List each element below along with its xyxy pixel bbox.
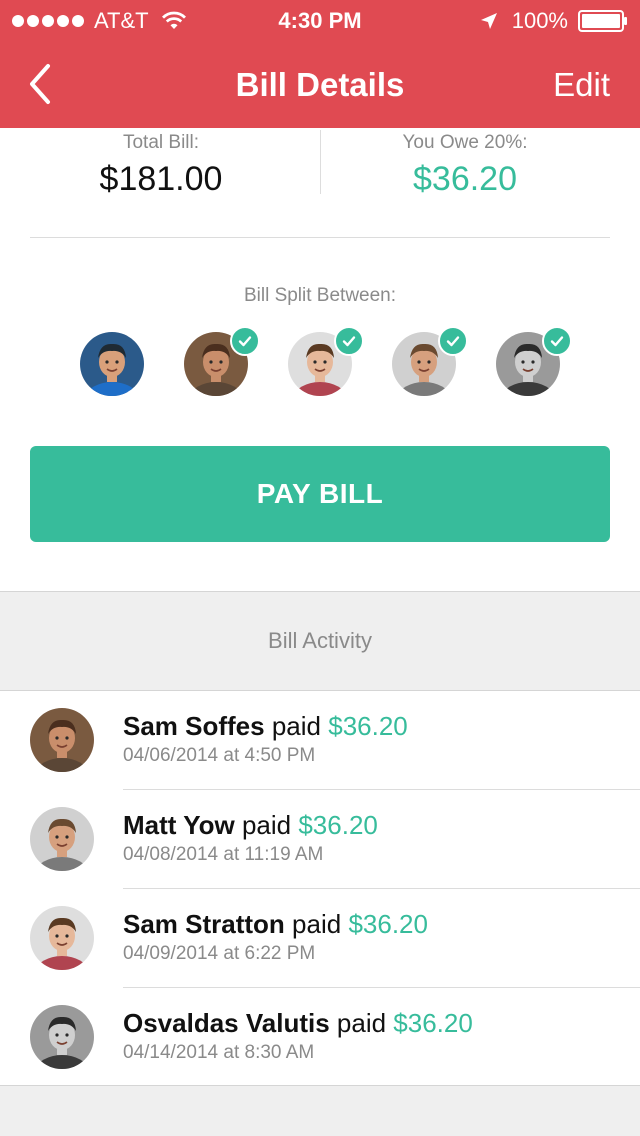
activity-list: Sam Soffes paid $36.20 04/06/2014 at 4:50… (0, 690, 640, 1086)
you-owe-label: You Owe 20%: (402, 132, 528, 153)
split-avatar-5[interactable] (496, 326, 572, 396)
location-arrow-icon (480, 13, 497, 29)
battery-percentage: 100% (511, 8, 568, 33)
paid-amount: $36.20 (393, 1008, 473, 1038)
activity-verb: paid (271, 711, 321, 741)
checkmark-icon (542, 326, 572, 356)
checkmark-icon (438, 326, 468, 356)
split-avatar-1[interactable] (80, 332, 144, 396)
split-avatar-2[interactable] (184, 326, 260, 396)
bill-summary-card: Total Bill: $181.00 You Owe 20%: $36.20 … (0, 128, 640, 591)
activity-date: 04/06/2014 at 4:50 PM (123, 745, 316, 766)
paid-amount: $36.20 (328, 711, 408, 741)
split-avatars (80, 326, 572, 396)
activity-row[interactable]: Osvaldas Valutis paid $36.20 04/14/2014 a… (0, 988, 640, 1087)
activity-verb: paid (292, 909, 342, 939)
avatar (30, 1005, 94, 1069)
edit-button[interactable]: Edit (553, 66, 610, 104)
paid-amount: $36.20 (298, 810, 378, 840)
activity-verb: paid (241, 810, 292, 840)
activity-date: 04/08/2014 at 11:19 AM (123, 844, 324, 865)
split-avatar-3[interactable] (288, 326, 364, 396)
status-bar: AT&T 4:30 PM 100% (0, 0, 640, 40)
checkmark-icon (230, 326, 260, 356)
divider (30, 237, 610, 238)
you-owe: You Owe 20%: $36.20 (320, 132, 610, 199)
payer-name: Sam Soffes (123, 711, 265, 741)
activity-title: Sam Soffes paid $36.20 (123, 711, 408, 742)
activity-date: 04/14/2014 at 8:30 AM (123, 1042, 315, 1063)
navigation-header: AT&T 4:30 PM 100% Bill Details Edit (0, 0, 640, 128)
activity-date: 04/09/2014 at 6:22 PM (123, 943, 316, 964)
activity-title: Osvaldas Valutis paid $36.20 (123, 1008, 473, 1039)
battery-icon (578, 10, 627, 32)
activity-section-header: Bill Activity (0, 592, 640, 690)
activity-row[interactable]: Matt Yow paid $36.20 04/08/2014 at 11:19 … (0, 790, 640, 889)
avatar (80, 332, 144, 396)
avatar (30, 906, 94, 970)
totals-row: Total Bill: $181.00 You Owe 20%: $36.20 (0, 128, 640, 198)
activity-verb: paid (336, 1008, 387, 1038)
split-label: Bill Split Between: (243, 285, 397, 306)
payer-name: Matt Yow (123, 810, 235, 840)
activity-row[interactable]: Sam Stratton paid $36.20 04/09/2014 at 6:… (0, 889, 640, 988)
avatar (30, 708, 94, 772)
activity-title: Sam Stratton paid $36.20 (123, 909, 428, 940)
payer-name: Sam Stratton (123, 909, 285, 939)
checkmark-icon (334, 326, 364, 356)
total-bill-label: Total Bill: (122, 132, 200, 153)
paid-amount: $36.20 (348, 909, 428, 939)
payer-name: Osvaldas Valutis (123, 1008, 330, 1038)
pay-bill-button[interactable]: PAY BILL (30, 446, 610, 542)
status-right: 100% (480, 8, 628, 34)
avatar (30, 807, 94, 871)
total-bill: Total Bill: $181.00 (16, 132, 306, 199)
activity-title: Matt Yow paid $36.20 (123, 810, 378, 841)
page-title: Bill Details (235, 66, 405, 103)
total-bill-value: $181.00 (99, 160, 223, 198)
you-owe-value: $36.20 (413, 160, 517, 198)
split-avatar-4[interactable] (392, 326, 468, 396)
activity-row[interactable]: Sam Soffes paid $36.20 04/06/2014 at 4:50… (0, 691, 640, 790)
